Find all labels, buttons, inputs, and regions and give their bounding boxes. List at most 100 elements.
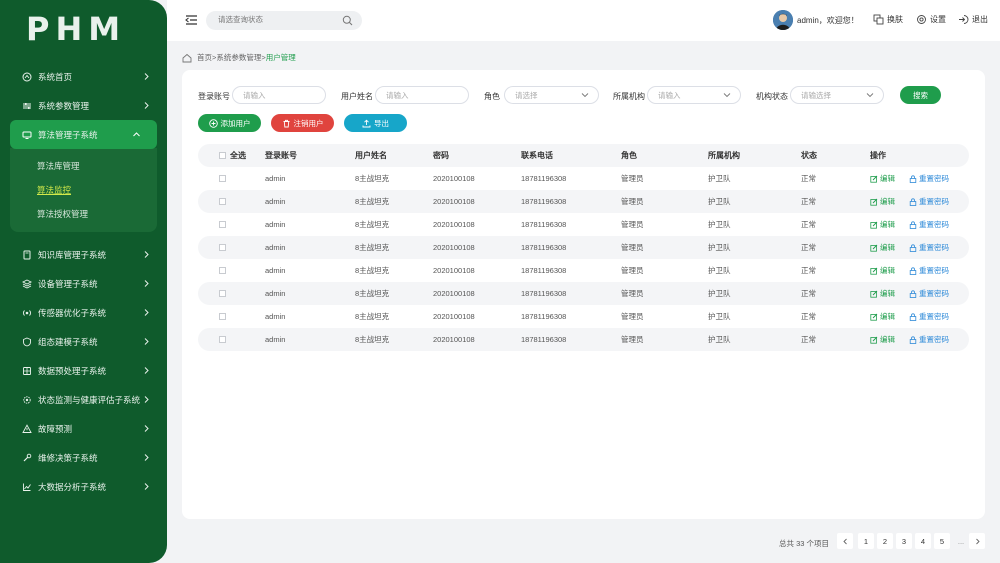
edit-button[interactable]: 编辑 bbox=[870, 213, 895, 236]
page-button[interactable]: 4 bbox=[915, 533, 931, 549]
sidebar-item-algorithm[interactable]: 算法管理子系统 bbox=[10, 120, 157, 149]
name-input[interactable]: 请输入 bbox=[375, 86, 469, 104]
edit-icon bbox=[870, 244, 878, 252]
row-checkbox[interactable] bbox=[219, 313, 226, 320]
chevron-down-icon bbox=[581, 93, 589, 98]
edit-button[interactable]: 编辑 bbox=[870, 190, 895, 213]
cell-status: 正常 bbox=[801, 335, 816, 344]
role-select[interactable]: 请选择 bbox=[504, 86, 599, 104]
sidebar-item-config-model[interactable]: 组态建模子系统 bbox=[10, 327, 167, 356]
main-card: 登录账号 请输入 用户姓名 请输入 角色 请选择 所属机构 请输入 机构状态 请… bbox=[182, 70, 985, 519]
row-checkbox[interactable] bbox=[219, 267, 226, 274]
reset-password-button[interactable]: 重置密码 bbox=[909, 305, 949, 328]
upload-icon bbox=[362, 119, 371, 127]
reset-password-button[interactable]: 重置密码 bbox=[909, 167, 949, 190]
header-account: 登录账号 bbox=[265, 151, 297, 160]
page-button[interactable]: 1 bbox=[858, 533, 874, 549]
cell-org: 护卫队 bbox=[708, 289, 731, 298]
cell-password: 2020100108 bbox=[433, 197, 475, 206]
page-button[interactable]: 2 bbox=[877, 533, 893, 549]
wrench-icon bbox=[22, 453, 32, 463]
edit-icon bbox=[870, 336, 878, 344]
select-all-checkbox[interactable] bbox=[219, 152, 226, 159]
lock-icon bbox=[909, 335, 917, 344]
sidebar-item-device[interactable]: 设备管理子系统 bbox=[10, 269, 167, 298]
status-select[interactable]: 请输选择 bbox=[790, 86, 884, 104]
reset-password-button[interactable]: 重置密码 bbox=[909, 190, 949, 213]
sidebar-item-sensor[interactable]: 传感器优化子系统 bbox=[10, 298, 167, 327]
delete-user-label: 注销用户 bbox=[293, 118, 324, 128]
search-button[interactable]: 搜索 bbox=[900, 86, 941, 104]
cell-account: admin bbox=[265, 289, 286, 298]
sidebar-item-knowledge[interactable]: 知识库管理子系统 bbox=[10, 240, 167, 269]
table-row: admin 8主战坦克 2020100108 18781196308 管理员 护卫队 正常 编… bbox=[198, 167, 969, 190]
prev-page-button[interactable] bbox=[837, 533, 853, 549]
reset-password-button[interactable]: 重置密码 bbox=[909, 282, 949, 305]
cell-role: 管理员 bbox=[621, 335, 644, 344]
row-checkbox[interactable] bbox=[219, 290, 226, 297]
org-select[interactable]: 请输入 bbox=[647, 86, 741, 104]
sidebar-item-home[interactable]: 系统首页 bbox=[10, 62, 167, 91]
logout-button[interactable]: 退出 bbox=[958, 14, 988, 25]
account-input[interactable]: 请输入 bbox=[232, 86, 326, 104]
cell-password: 2020100108 bbox=[433, 243, 475, 252]
sidebar-item-preprocess[interactable]: 数据预处理子系统 bbox=[10, 356, 167, 385]
add-user-button[interactable]: 添加用户 bbox=[198, 114, 261, 132]
pagination-total: 总共 33 个项目 bbox=[779, 539, 830, 548]
reset-password-button[interactable]: 重置密码 bbox=[909, 236, 949, 259]
page-button[interactable]: 5 bbox=[934, 533, 950, 549]
org-placeholder: 请输入 bbox=[658, 91, 681, 100]
cell-name: 8主战坦克 bbox=[355, 197, 390, 206]
sidebar-item-fault-predict[interactable]: 故障预测 bbox=[10, 414, 167, 443]
breadcrumb-home[interactable]: 首页 bbox=[197, 52, 212, 63]
sidebar-item-params[interactable]: 系统参数管理 bbox=[10, 91, 167, 120]
cell-account: admin bbox=[265, 174, 286, 183]
edit-button[interactable]: 编辑 bbox=[870, 167, 895, 190]
avatar[interactable] bbox=[773, 10, 793, 30]
chevron-right-icon bbox=[144, 425, 149, 432]
cell-status: 正常 bbox=[801, 197, 816, 206]
sidebar-item-label: 知识库管理子系统 bbox=[38, 249, 107, 260]
trash-icon bbox=[283, 119, 289, 127]
reset-password-button[interactable]: 重置密码 bbox=[909, 213, 949, 236]
edit-button[interactable]: 编辑 bbox=[870, 305, 895, 328]
shield-icon bbox=[22, 337, 32, 347]
settings-button[interactable]: 设置 bbox=[916, 14, 946, 25]
status-label: 机构状态 bbox=[756, 92, 788, 101]
chevron-right-icon bbox=[144, 73, 149, 80]
page-button[interactable]: 3 bbox=[896, 533, 912, 549]
breadcrumb: 首页 > 系统参数管理 > 用户管理 bbox=[182, 52, 296, 63]
sidebar-item-label: 数据预处理子系统 bbox=[38, 365, 107, 376]
row-checkbox[interactable] bbox=[219, 198, 226, 205]
chevron-right-icon bbox=[144, 483, 149, 490]
sidebar-item-bigdata[interactable]: 大数据分析子系统 bbox=[10, 472, 167, 501]
sidebar-subitem-authorization[interactable]: 算法授权管理 bbox=[10, 202, 157, 226]
row-checkbox[interactable] bbox=[219, 336, 226, 343]
row-checkbox[interactable] bbox=[219, 175, 226, 182]
edit-button[interactable]: 编辑 bbox=[870, 236, 895, 259]
cell-account: admin bbox=[265, 312, 286, 321]
edit-button[interactable]: 编辑 bbox=[870, 328, 895, 351]
sidebar-item-label: 大数据分析子系统 bbox=[38, 481, 107, 492]
edit-button[interactable]: 编辑 bbox=[870, 282, 895, 305]
next-page-button[interactable] bbox=[969, 533, 985, 549]
export-button[interactable]: 导出 bbox=[344, 114, 407, 132]
sidebar-item-maintenance[interactable]: 维修决策子系统 bbox=[10, 443, 167, 472]
row-checkbox[interactable] bbox=[219, 221, 226, 228]
delete-user-button[interactable]: 注销用户 bbox=[271, 114, 334, 132]
sidebar-subitem-library[interactable]: 算法库管理 bbox=[10, 154, 157, 178]
row-checkbox[interactable] bbox=[219, 244, 226, 251]
sidebar-item-health[interactable]: 状态监测与健康评估子系统 bbox=[10, 385, 167, 414]
search-input[interactable] bbox=[218, 15, 328, 24]
breadcrumb-level1[interactable]: 系统参数管理 bbox=[216, 52, 261, 63]
header-select-all[interactable]: 全选 bbox=[230, 144, 246, 167]
sidebar-subitem-monitor[interactable]: 算法监控 bbox=[10, 178, 157, 202]
menu-collapse-icon[interactable] bbox=[185, 14, 198, 26]
reset-password-button[interactable]: 重置密码 bbox=[909, 328, 949, 351]
layers-icon bbox=[22, 278, 32, 289]
edit-icon bbox=[870, 198, 878, 206]
edit-button[interactable]: 编辑 bbox=[870, 259, 895, 282]
search-icon[interactable] bbox=[342, 15, 353, 26]
reset-password-button[interactable]: 重置密码 bbox=[909, 259, 949, 282]
skin-button[interactable]: 换肤 bbox=[873, 14, 903, 25]
